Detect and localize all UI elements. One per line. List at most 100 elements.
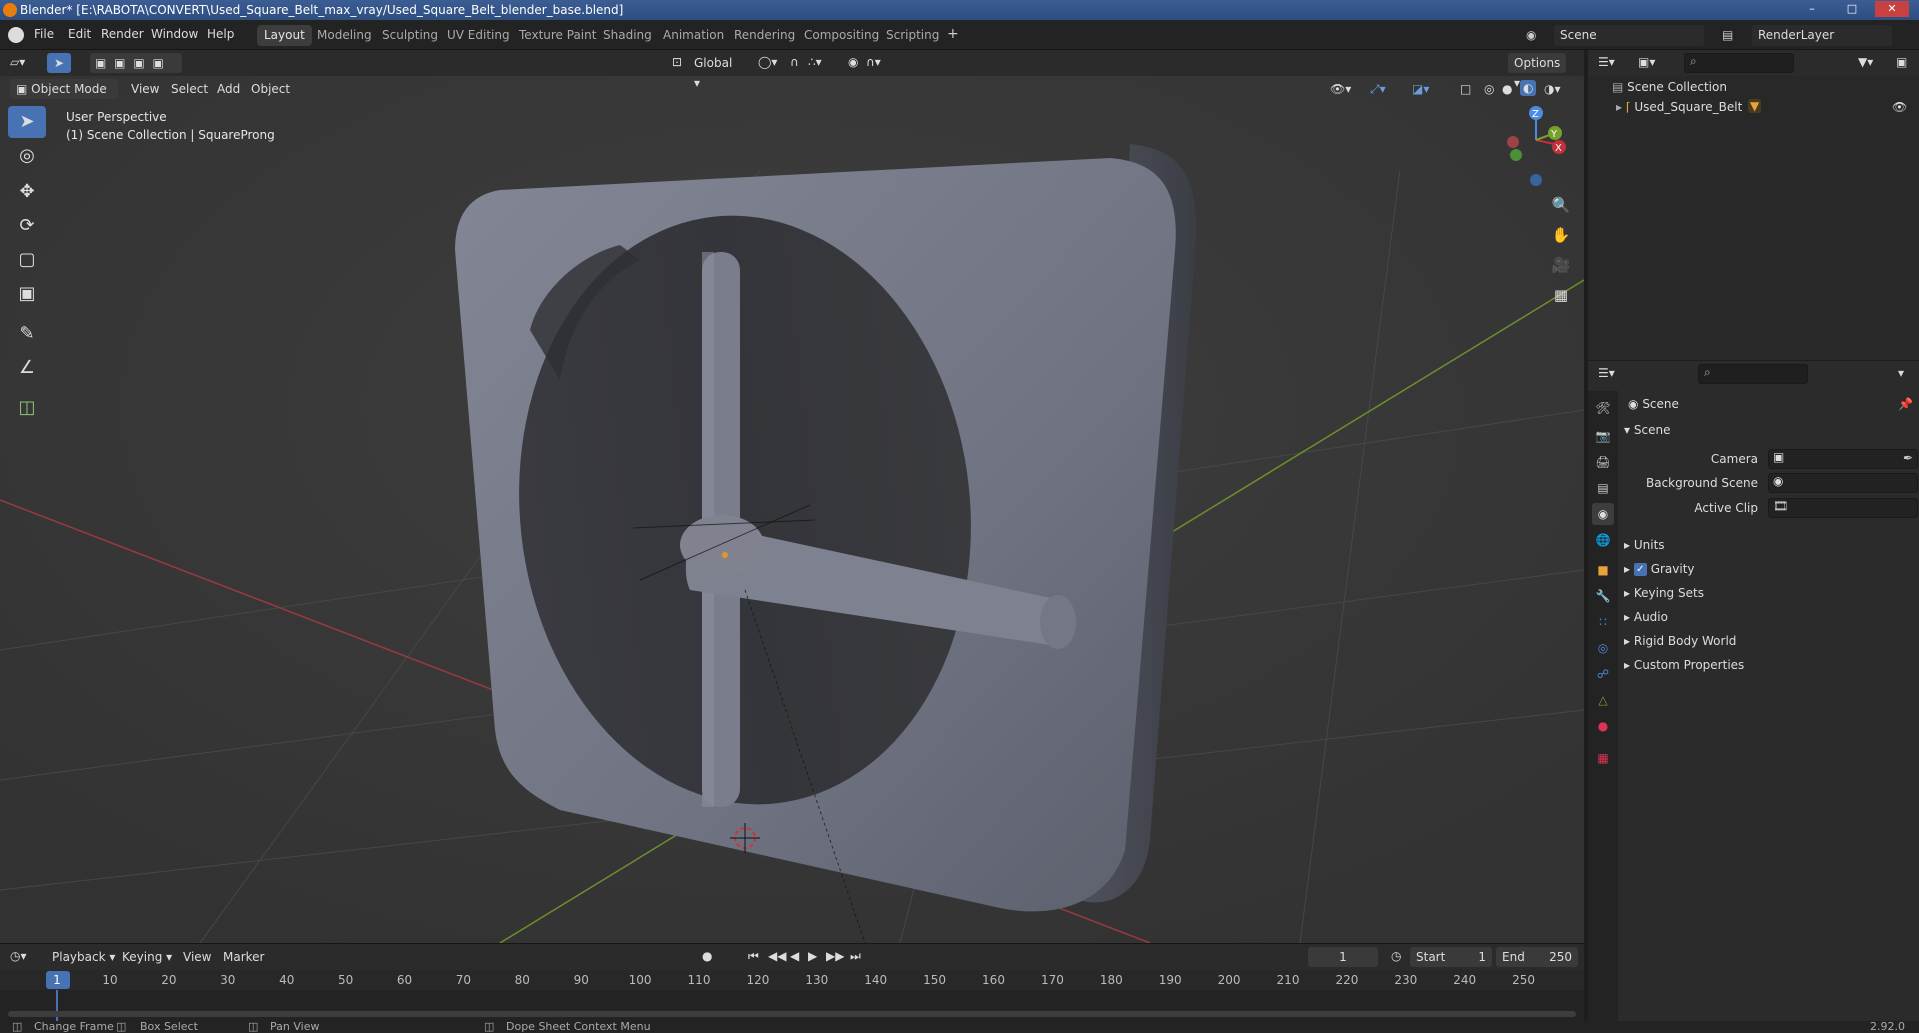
minimize-button[interactable]: – — [1795, 1, 1829, 17]
menu-window[interactable]: Window — [151, 27, 198, 41]
select-mode-extend-icon[interactable]: ▣ — [110, 56, 125, 70]
camera-field[interactable]: ▣ ✒ — [1768, 449, 1918, 469]
keying-sets-subpanel[interactable]: ▸ Keying Sets — [1624, 586, 1704, 600]
active-clip-field[interactable]: 🎞 — [1768, 498, 1918, 518]
tab-animation[interactable]: Animation — [656, 25, 731, 46]
overlays-toggle-icon[interactable]: ◪▾ — [1412, 82, 1429, 96]
zoom-icon[interactable]: 🔍 — [1547, 191, 1575, 219]
renderlayer-icon[interactable]: ▤ — [1722, 28, 1733, 42]
tab-compositing[interactable]: Compositing — [797, 25, 886, 46]
snap-target-icon[interactable]: ∴▾ — [808, 55, 822, 69]
outliner-search-input[interactable]: ⌕ — [1684, 53, 1794, 73]
end-frame-field[interactable]: End 250 — [1496, 947, 1578, 967]
scene-selector[interactable]: Scene — [1554, 25, 1704, 46]
custom-properties-subpanel[interactable]: ▸ Custom Properties — [1624, 658, 1744, 672]
cursor-tool-icon[interactable]: ◎ — [8, 140, 46, 172]
background-scene-field[interactable]: ◉ — [1768, 473, 1918, 493]
tab-texture-paint[interactable]: Texture Paint — [512, 25, 603, 46]
constraints-tab-icon[interactable]: ☍ — [1592, 663, 1614, 685]
scene-panel-header[interactable]: ▾ Scene — [1624, 423, 1914, 437]
visibility-eye-icon[interactable]: 👁 — [1892, 100, 1907, 114]
menu-file[interactable]: File — [34, 27, 54, 41]
transform-orientation-select[interactable]: Global ▾ — [688, 53, 744, 90]
outliner-editor-icon[interactable]: ☰▾ — [1598, 55, 1615, 69]
tab-rendering[interactable]: Rendering — [727, 25, 802, 46]
particles-tab-icon[interactable]: ∷ — [1592, 611, 1614, 633]
scene-icon[interactable]: ◉ — [1526, 28, 1536, 42]
object-mode-dropdown[interactable]: ▣ Object Mode ▾ — [10, 79, 118, 116]
object-tab-icon[interactable]: ■ — [1592, 559, 1614, 581]
menu-help[interactable]: Help — [207, 27, 234, 41]
menu-edit[interactable]: Edit — [68, 27, 91, 41]
select-mode-new-icon[interactable]: ▣ — [90, 56, 106, 70]
measure-tool-icon[interactable]: ∠ — [8, 352, 46, 384]
jump-end-icon[interactable]: ⏭ — [850, 949, 861, 964]
physics-tab-icon[interactable]: ◎ — [1592, 637, 1614, 659]
tab-shading[interactable]: Shading — [596, 25, 659, 46]
select-mode-intersect-icon[interactable]: ▣ — [149, 56, 164, 70]
rotate-tool-icon[interactable]: ⟳ — [8, 210, 46, 242]
snap-icon[interactable]: ∩ — [790, 55, 799, 69]
world-tab-icon[interactable]: 🌐 — [1592, 529, 1614, 551]
menu-keying[interactable]: Keying ▾ — [122, 950, 172, 964]
close-button[interactable]: ✕ — [1875, 1, 1909, 17]
auto-keying-icon[interactable]: ● — [702, 949, 712, 963]
new-collection-icon[interactable]: ▣ — [1896, 55, 1907, 69]
outliner-item-used-square-belt[interactable]: ▸ ⌈ Used_Square_Belt ▼ 👁 — [1616, 99, 1916, 114]
move-tool-icon[interactable]: ✥ — [8, 176, 46, 208]
pin-icon[interactable]: 📌 — [1898, 397, 1913, 411]
play-reverse-icon[interactable]: ◀ — [790, 949, 799, 963]
camera-view-icon[interactable]: 🎥 — [1547, 251, 1575, 279]
annotate-tool-icon[interactable]: ✎ — [8, 318, 46, 350]
filter-icon[interactable]: ▼▾ — [1858, 55, 1873, 69]
navigation-gizmo[interactable]: Z Y X — [1496, 105, 1576, 195]
xray-toggle-icon[interactable]: □ — [1460, 82, 1471, 96]
transform-tool-icon[interactable]: ▣ — [8, 278, 46, 310]
start-frame-field[interactable]: Start 1 — [1410, 947, 1492, 967]
menu-select[interactable]: Select — [171, 82, 208, 96]
jump-keyframe-back-icon[interactable]: ◀◀ — [768, 949, 786, 963]
renderlayer-selector[interactable]: RenderLayer — [1752, 25, 1892, 46]
properties-editor-icon[interactable]: ☰▾ — [1598, 366, 1615, 380]
tab-sculpting[interactable]: Sculpting — [375, 25, 445, 46]
modifier-icon[interactable]: ▼ — [1748, 99, 1762, 113]
gizmo-toggle-icon[interactable]: ⤢▾ — [1370, 82, 1386, 97]
play-icon[interactable]: ▶ — [808, 949, 817, 963]
menu-playback[interactable]: Playback ▾ — [52, 950, 115, 964]
maximize-button[interactable]: □ — [1835, 1, 1869, 17]
scale-tool-icon[interactable]: ▢ — [8, 244, 46, 276]
view-layer-tab-icon[interactable]: ▤ — [1592, 477, 1614, 499]
falloff-icon[interactable]: ∩▾ — [866, 55, 881, 69]
eyedropper-icon[interactable]: ✒ — [1903, 451, 1913, 465]
rigid-body-world-subpanel[interactable]: ▸ Rigid Body World — [1624, 634, 1736, 648]
render-tab-icon[interactable]: 📷 — [1592, 425, 1614, 447]
gravity-subpanel[interactable]: ▸ ✓ Gravity — [1624, 562, 1695, 576]
tab-uv-editing[interactable]: UV Editing — [440, 25, 517, 46]
outliner-scene-collection[interactable]: ▤ Scene Collection — [1612, 80, 1727, 94]
scene-tab-icon[interactable]: ◉ — [1592, 503, 1614, 525]
menu-marker[interactable]: Marker — [223, 950, 264, 964]
tab-scripting[interactable]: Scripting — [879, 25, 946, 46]
frame-ruler[interactable]: 1 10 20 30 40 50 60 70 80 90 100 110 120 130 140 150 160… — [0, 970, 1584, 990]
modifier-tab-icon[interactable]: 🔧 — [1592, 585, 1614, 607]
add-cube-tool-icon[interactable]: ◫ — [8, 392, 46, 424]
select-box-tool-icon[interactable]: ➤ — [8, 106, 46, 138]
audio-subpanel[interactable]: ▸ Audio — [1624, 610, 1668, 624]
select-tool-icon[interactable]: ➤ — [47, 53, 71, 73]
pan-hand-icon[interactable]: ✋ — [1547, 221, 1575, 249]
current-frame-field[interactable]: 1 — [1308, 947, 1378, 967]
rendered-shading-icon[interactable]: ◑▾ — [1544, 82, 1561, 96]
tool-tab-icon[interactable]: 🛠 — [1592, 397, 1614, 419]
selection-mode-buttons[interactable]: ▣ ▣ ▣ ▣ — [90, 53, 182, 73]
gravity-checkbox[interactable]: ✓ — [1633, 563, 1647, 576]
texture-tab-icon[interactable]: ▦ — [1592, 747, 1614, 769]
tab-modeling[interactable]: Modeling — [310, 25, 379, 46]
3d-viewport[interactable]: ▱▾ ➤ ▣ ▣ ▣ ▣ ⊡ Global ▾ ◯▾ ∩ ∴▾ ◉ ∩▾ Opt… — [0, 50, 1584, 943]
wireframe-shading-icon[interactable]: ◎ — [1484, 82, 1494, 96]
properties-search-input[interactable]: ⌕ — [1698, 364, 1808, 384]
material-preview-shading-icon[interactable]: ◐ — [1520, 80, 1537, 96]
editor-type-icon[interactable]: ▱▾ — [10, 55, 25, 69]
tab-layout[interactable]: Layout — [257, 25, 312, 46]
menu-object[interactable]: Object — [251, 82, 290, 96]
add-workspace-icon[interactable]: + — [940, 25, 966, 46]
